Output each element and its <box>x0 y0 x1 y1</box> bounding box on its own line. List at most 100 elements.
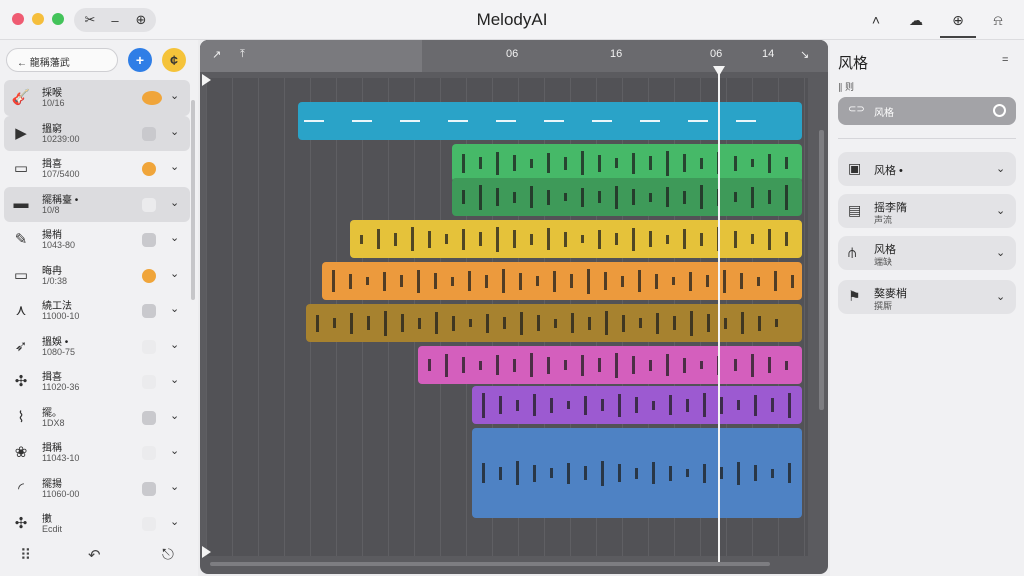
track-toggle[interactable] <box>142 91 162 105</box>
waveform-bar <box>788 392 791 418</box>
start-marker-icon[interactable] <box>202 74 211 86</box>
midi-note <box>544 120 564 122</box>
track-toggle[interactable] <box>142 162 156 176</box>
track-row[interactable]: ✣ 擻 Ecdit ⌄ <box>4 506 190 542</box>
menu-icon[interactable]: = <box>1002 54 1008 66</box>
track-row[interactable]: ✎ 揚梢 1043-80 ⌄ <box>4 222 190 258</box>
track-toggle[interactable] <box>142 517 156 531</box>
track-name: 繞工法 <box>42 301 72 312</box>
waveform-bar <box>785 360 788 370</box>
waveform-bar <box>632 152 635 174</box>
style-search-field[interactable]: ⊂⊃ 风格 <box>838 97 1016 125</box>
timeline-vertical-scrollbar[interactable] <box>819 130 824 410</box>
audio-clip[interactable] <box>322 262 802 300</box>
add-track-button[interactable]: + <box>128 48 152 72</box>
style-card[interactable]: ⚑ 獒麥梢 撰厮 ⌄ <box>838 280 1016 314</box>
chevron-down-icon[interactable]: ⌄ <box>170 338 179 351</box>
chevron-down-icon[interactable]: ⌄ <box>170 160 179 173</box>
track-name: 搵窮 <box>42 123 62 135</box>
waveform-bar <box>499 396 502 414</box>
grid-icon[interactable]: ⠿ <box>20 546 31 564</box>
waveform-bar <box>723 269 726 293</box>
waveform-bar <box>768 190 771 204</box>
track-row[interactable]: ➶ 搵娛 • 1080-75 ⌄ <box>4 329 190 365</box>
audio-clip[interactable] <box>472 428 802 518</box>
track-toggle[interactable] <box>142 197 156 212</box>
chevron-down-icon[interactable]: ⌄ <box>170 231 179 244</box>
track-name: 揖喜 <box>42 159 62 170</box>
waveform-bar <box>349 273 352 289</box>
track-toggle[interactable] <box>142 375 156 389</box>
chevron-down-icon[interactable]: ⌄ <box>996 204 1005 217</box>
chevron-down-icon[interactable]: ⌄ <box>996 246 1005 259</box>
midi-note <box>304 120 324 122</box>
time-ruler[interactable]: ↗ ⤒ 06 16 06 14 ↘ <box>200 40 828 72</box>
track-toggle[interactable] <box>142 304 156 318</box>
chevron-down-icon[interactable]: ⌄ <box>170 480 179 493</box>
sidebar-scrollbar[interactable] <box>191 100 195 300</box>
audio-clip[interactable] <box>452 178 802 216</box>
clock-icon[interactable]: ¢ <box>162 48 186 72</box>
chevron-down-icon[interactable]: ⌄ <box>170 302 179 315</box>
instrument-icon: ⋏ <box>15 302 27 319</box>
track-toggle[interactable] <box>142 410 156 425</box>
globe-icon[interactable]: ⊕ <box>946 8 970 32</box>
timeline-horizontal-scrollbar[interactable] <box>210 562 770 566</box>
chevron-down-icon[interactable]: ⌄ <box>996 162 1005 175</box>
chevron-down-icon[interactable]: ⌄ <box>170 515 179 528</box>
track-row[interactable]: ▶ 搵窮 10239:00 ⌄ <box>4 115 190 151</box>
track-toggle[interactable] <box>142 446 156 460</box>
chevron-down-icon[interactable]: ⌄ <box>170 267 179 280</box>
waveform-bar <box>649 359 652 371</box>
waveform-bar <box>649 231 652 247</box>
track-row[interactable]: ❀ 揖稱 11043-10 ⌄ <box>4 435 190 471</box>
style-card[interactable]: ▤ 摇李隋 声流 ⌄ <box>838 194 1016 228</box>
track-toggle[interactable] <box>142 481 156 496</box>
style-card[interactable]: ⫛ 风格 端缺 ⌄ <box>838 236 1016 270</box>
chevron-down-icon[interactable]: ⌄ <box>170 125 179 138</box>
radio-icon[interactable] <box>993 104 1006 117</box>
audio-clip[interactable] <box>418 346 802 384</box>
playhead[interactable] <box>718 66 720 566</box>
audio-clip[interactable] <box>350 220 802 258</box>
waveform-bar <box>655 273 658 289</box>
track-row[interactable]: ▭ 晦冉 1/0:38 ⌄ <box>4 258 190 294</box>
chevron-down-icon[interactable]: ⌄ <box>170 373 179 386</box>
chevron-down-icon[interactable]: ⌄ <box>170 89 179 102</box>
chevron-down-icon[interactable]: ⌄ <box>996 290 1005 303</box>
track-row[interactable]: ⋏ 繞工法 11000-10 ⌄ <box>4 293 190 329</box>
chevron-down-icon[interactable]: ⌄ <box>170 196 179 209</box>
waveform-bar <box>632 189 635 205</box>
waveform-bar <box>683 190 686 204</box>
chevron-down-icon[interactable]: ⌄ <box>170 409 179 422</box>
audio-clip[interactable] <box>452 144 802 182</box>
audio-clip[interactable] <box>306 304 802 342</box>
undo-icon[interactable]: ↶ <box>88 546 101 564</box>
track-row[interactable]: 🎸 採喉 10/16 ⌄ <box>4 80 190 116</box>
style-card[interactable]: ▣ 风格 • ⌄ <box>838 152 1016 186</box>
playhead-handle[interactable] <box>713 66 725 76</box>
chevron-down-icon[interactable]: ⌄ <box>170 444 179 457</box>
track-row[interactable]: ⌇ 擺。 1DX8 ⌄ <box>4 400 190 436</box>
waveform-bar <box>615 233 618 245</box>
audio-clip[interactable] <box>472 386 802 424</box>
cloud-icon[interactable]: ☁ <box>904 8 928 32</box>
audio-clip[interactable] <box>298 102 802 140</box>
track-toggle[interactable] <box>142 126 156 141</box>
end-marker-icon[interactable] <box>202 546 211 558</box>
track-toggle[interactable] <box>142 233 156 247</box>
waveform-bar <box>434 273 437 289</box>
waveform-bar <box>452 315 455 331</box>
share-icon[interactable]: ⎋ <box>162 546 174 563</box>
track-name: 揖稱 <box>42 443 62 454</box>
track-row[interactable]: ◜ 擺揚 11060-00 ⌄ <box>4 471 190 507</box>
track-toggle[interactable] <box>142 339 156 354</box>
chevron-up-icon[interactable]: ˄ <box>864 8 888 32</box>
track-toggle[interactable] <box>142 268 156 283</box>
bell-icon[interactable]: ⍾ <box>986 8 1010 32</box>
back-button[interactable]: ← 龍稱藩武 <box>6 48 118 72</box>
waveform-bar <box>652 462 655 484</box>
track-row[interactable]: ▭ 揖喜 107/5400 ⌄ <box>4 151 190 187</box>
track-row[interactable]: ✣ 揖喜 11020-36 ⌄ <box>4 364 190 400</box>
track-row[interactable]: ▬ 擺稱臺 • 10/8 ⌄ <box>4 186 190 222</box>
